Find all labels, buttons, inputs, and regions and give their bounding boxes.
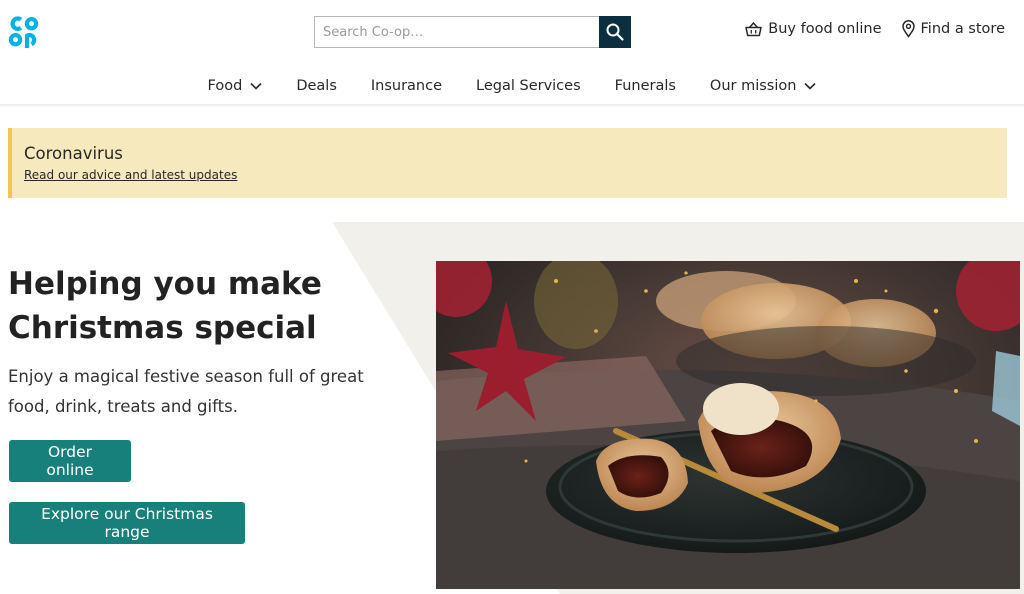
header-divider [0, 104, 1024, 108]
chevron-down-icon [804, 82, 817, 90]
banner-title: Coronavirus [24, 144, 123, 163]
banner-advice-link[interactable]: Read our advice and latest updates [24, 168, 237, 182]
find-a-store-label: Find a store [920, 21, 1006, 37]
nav-item-label: Food [207, 78, 243, 94]
main-navigation: Food Deals Insurance Legal Services Fune… [0, 72, 1024, 104]
search-input[interactable] [314, 16, 599, 48]
nav-item-deals[interactable]: Deals [279, 72, 354, 100]
basket-icon [745, 21, 763, 36]
nav-item-legal-services[interactable]: Legal Services [459, 72, 598, 100]
christmas-mince-pies-image [436, 261, 1020, 589]
nav-item-label: Our mission [709, 78, 797, 94]
nav-item-our-mission[interactable]: Our mission [693, 72, 834, 100]
order-online-button[interactable]: Order online [9, 440, 131, 482]
search-icon [606, 23, 624, 41]
nav-item-label: Funerals [614, 78, 676, 94]
hero-subtitle: Enjoy a magical festive season full of g… [8, 367, 364, 416]
hero-title: Helping you make Christmas special [8, 266, 322, 346]
explore-christmas-range-button[interactable]: Explore our Christmas range [9, 502, 245, 544]
search-bar [314, 16, 631, 48]
location-pin-icon [901, 20, 915, 38]
buy-food-online-label: Buy food online [768, 21, 882, 37]
co-op-logo[interactable] [8, 16, 40, 48]
nav-item-food[interactable]: Food [191, 72, 280, 100]
nav-item-label: Insurance [370, 78, 443, 94]
nav-item-label: Deals [296, 78, 337, 94]
find-a-store-link[interactable]: Find a store [901, 20, 1006, 38]
chevron-down-icon [250, 82, 262, 90]
nav-item-label: Legal Services [476, 78, 581, 94]
nav-item-insurance[interactable]: Insurance [354, 72, 459, 100]
coronavirus-banner: Coronavirus Read our advice and latest u… [8, 128, 1007, 198]
search-button[interactable] [599, 16, 631, 48]
buy-food-online-link[interactable]: Buy food online [745, 20, 882, 38]
top-links: Buy food online Find a store [745, 20, 1005, 38]
nav-item-funerals[interactable]: Funerals [598, 72, 693, 100]
